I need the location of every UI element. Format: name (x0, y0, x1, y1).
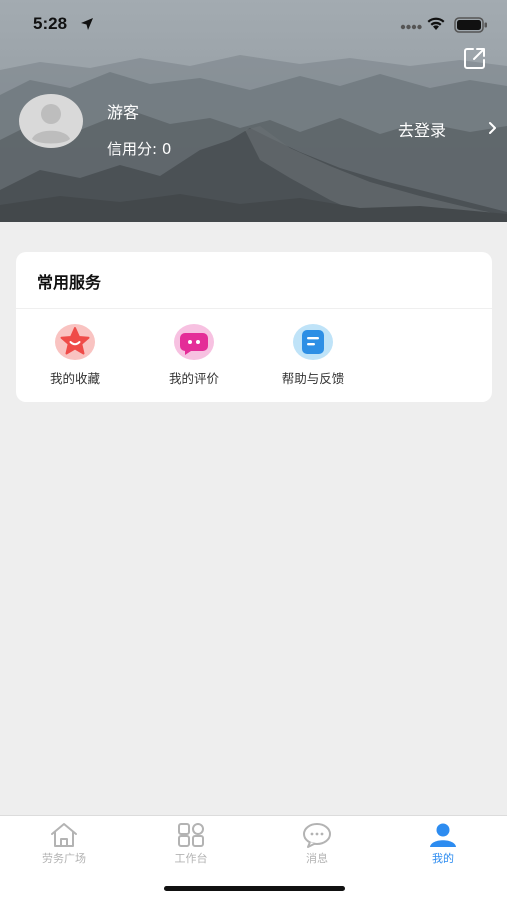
status-time: 5:28 (33, 14, 68, 33)
grid-icon (178, 823, 204, 847)
tab-label: 消息 (306, 852, 328, 865)
location-arrow-icon (81, 18, 93, 30)
service-favorites[interactable]: 我的收藏 (25, 322, 125, 388)
service-label: 帮助与反馈 (281, 371, 345, 386)
profile-header: 5:28 游客 信用分: 0 去登录 (0, 0, 507, 222)
tab-label: 劳务广场 (42, 852, 86, 865)
chat-bubble-icon (174, 324, 214, 360)
message-icon (303, 823, 331, 848)
service-label: 我的评价 (168, 371, 219, 386)
user-name: 游客 (107, 103, 140, 122)
share-icon[interactable] (462, 45, 488, 71)
service-label: 我的收藏 (49, 371, 100, 386)
login-link[interactable]: 去登录 (398, 117, 446, 141)
tab-label: 我的 (432, 852, 454, 865)
chevron-right-icon[interactable] (488, 121, 498, 135)
star-favorite-icon (55, 324, 95, 360)
tab-workbench[interactable]: 工作台 (151, 822, 231, 870)
home-icon (51, 823, 77, 847)
common-services-card: 常用服务 我的收藏 我的评价 帮助与反馈 (16, 252, 492, 402)
credit-score: 信用分: 0 (107, 140, 172, 158)
services-title: 常用服务 (37, 273, 102, 292)
tab-labor-square[interactable]: 劳务广场 (24, 822, 104, 870)
service-reviews[interactable]: 我的评价 (144, 322, 244, 388)
divider (16, 308, 492, 309)
status-bar: 5:28 (0, 0, 507, 50)
feedback-doc-icon (293, 324, 333, 360)
battery-icon (454, 17, 487, 33)
cellular-signal-icon (400, 24, 422, 30)
tab-label: 工作台 (174, 852, 208, 865)
tab-messages[interactable]: 消息 (277, 822, 357, 870)
tab-mine[interactable]: 我的 (403, 822, 483, 870)
avatar[interactable] (18, 93, 84, 149)
service-help-feedback[interactable]: 帮助与反馈 (263, 322, 363, 388)
wifi-icon (427, 17, 445, 30)
home-indicator (164, 886, 345, 891)
user-icon (430, 823, 456, 847)
